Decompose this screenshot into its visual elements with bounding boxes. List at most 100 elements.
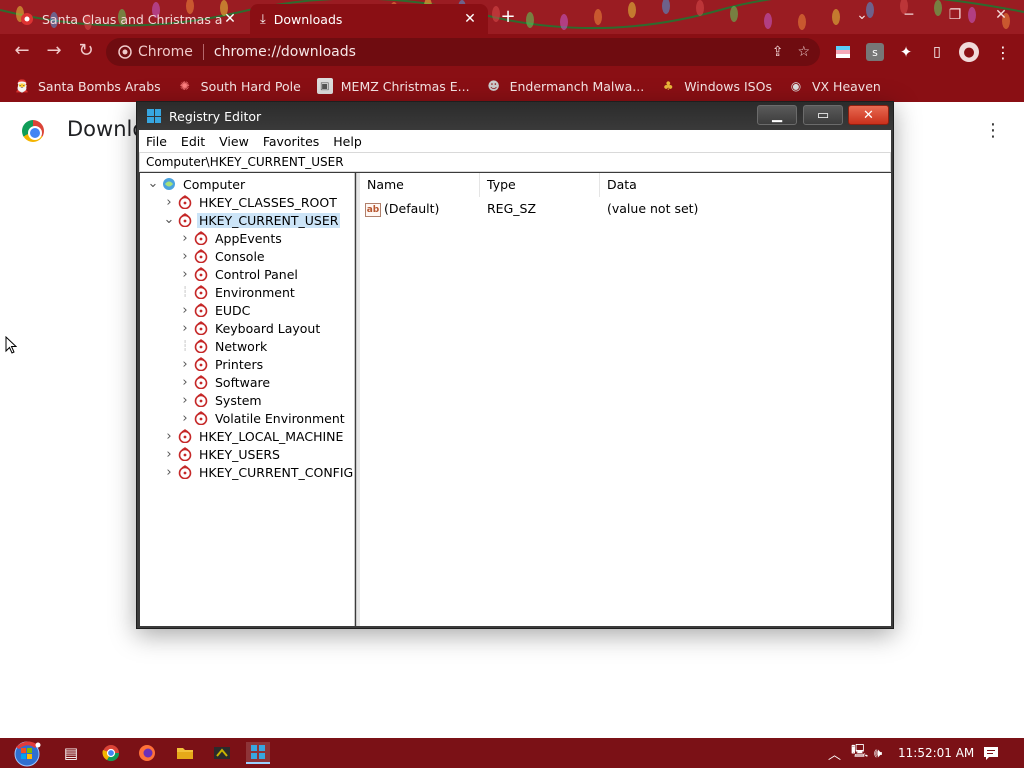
network-icon[interactable]: 🖳	[851, 738, 868, 768]
omnibox[interactable]: Chrome chrome://downloads ⇪ ☆	[106, 38, 820, 66]
bookmark-star-icon[interactable]: ☆	[797, 44, 810, 60]
forward-arrow-icon[interactable]: →	[42, 42, 66, 62]
chrome-icon[interactable]	[100, 742, 122, 764]
volume-icon[interactable]: 🕪	[874, 738, 882, 768]
chevron-down-icon[interactable]: ⌄	[146, 177, 160, 190]
tree-node[interactable]: ⌄ HKEY_CURRENT_USER	[162, 211, 341, 229]
bookmark-item[interactable]: ♣ Windows ISOs	[660, 78, 772, 94]
menu-help[interactable]: Help	[333, 134, 362, 149]
minimize-icon[interactable]: ─	[886, 0, 932, 30]
kebab-menu-icon[interactable]: ⋮	[994, 43, 1012, 62]
chevron-right-icon[interactable]: ›	[162, 195, 176, 210]
image-icon: ▣	[316, 78, 333, 94]
chevron-right-icon[interactable]: ›	[178, 267, 192, 282]
chevron-right-icon[interactable]: ›	[178, 321, 192, 336]
tree-node[interactable]: › HKEY_USERS	[162, 445, 282, 463]
chevron-right-icon[interactable]: ›	[178, 411, 192, 426]
close-icon[interactable]: ✕	[848, 105, 889, 125]
tab-santa-claus[interactable]: Santa Claus and Christmas at th ✕	[10, 4, 248, 34]
menu-file[interactable]: File	[146, 134, 167, 149]
tree-node-label: AppEvents	[215, 230, 282, 246]
chevron-right-icon[interactable]: ›	[162, 465, 176, 480]
hive-icon	[178, 429, 192, 444]
close-window-icon[interactable]: ✕	[978, 0, 1024, 30]
page-kebab-menu-icon[interactable]: ⋮	[984, 120, 1002, 141]
show-hidden-icons-chevron-icon[interactable]: ︿	[828, 738, 841, 768]
menu-edit[interactable]: Edit	[181, 134, 205, 149]
maximize-icon[interactable]: ▭	[803, 105, 843, 125]
key-icon	[194, 321, 208, 336]
value-name: (Default)	[384, 201, 440, 216]
chevron-down-icon[interactable]: ⌄	[162, 213, 176, 226]
tree-node[interactable]: › HKEY_CLASSES_ROOT	[162, 193, 339, 211]
reload-icon[interactable]: ↻	[74, 42, 98, 62]
table-row[interactable]: ab (Default) REG_SZ (value not set)	[360, 199, 891, 219]
tab-search-chevron-icon[interactable]: ⌄	[840, 0, 884, 30]
bookmark-item[interactable]: ◉ VX Heaven	[788, 78, 881, 94]
chevron-right-icon[interactable]: ›	[178, 375, 192, 390]
malware-icon[interactable]	[211, 742, 233, 764]
mouse-cursor-icon	[5, 336, 17, 354]
minimize-icon[interactable]: ▁	[757, 105, 797, 125]
side-panel-icon[interactable]: ▯	[928, 43, 946, 61]
tree-node[interactable]: › Printers	[178, 355, 265, 373]
chevron-right-icon[interactable]: ›	[178, 357, 192, 372]
tree-node[interactable]: › Keyboard Layout	[178, 319, 322, 337]
tree-node[interactable]: › EUDC	[178, 301, 252, 319]
tree-node[interactable]: › Volatile Environment	[178, 409, 347, 427]
close-tab-icon[interactable]: ✕	[462, 11, 478, 27]
omnibox-url[interactable]: chrome://downloads	[214, 44, 356, 60]
taskbar-clock[interactable]: 11:52:01 AM	[898, 738, 974, 768]
key-icon	[194, 375, 208, 390]
tree-node[interactable]: › System	[178, 391, 264, 409]
tab-title: Downloads	[273, 11, 343, 27]
chevron-right-icon[interactable]: ›	[178, 393, 192, 408]
firefox-icon[interactable]	[136, 742, 158, 764]
hive-icon	[178, 465, 192, 480]
back-arrow-icon[interactable]: ←	[10, 42, 34, 62]
menu-view[interactable]: View	[219, 134, 249, 149]
folder-icon[interactable]	[174, 742, 196, 764]
chevron-right-icon[interactable]: ›	[178, 231, 192, 246]
bookmark-item[interactable]: ✺ South Hard Pole	[177, 78, 301, 94]
chevron-right-icon[interactable]: ›	[162, 447, 176, 462]
start-orb-icon[interactable]	[10, 739, 44, 767]
s-extension-icon[interactable]: s	[866, 43, 884, 61]
regedit-titlebar[interactable]: Registry Editor ▁ ▭ ✕	[137, 102, 893, 130]
menu-favorites[interactable]: Favorites	[263, 134, 319, 149]
tree-node-label: Control Panel	[215, 266, 298, 282]
tree-node[interactable]: › Console	[178, 247, 267, 265]
tree-node[interactable]: ┆ Network	[178, 337, 269, 355]
taskbar: ▤ ︿ 🖳 🕪 11:52:01 AM	[0, 738, 1024, 768]
tab-downloads[interactable]: ⤓ Downloads ✕	[250, 4, 488, 34]
key-icon	[194, 411, 208, 426]
action-center-icon[interactable]	[983, 738, 999, 768]
regedit-icon[interactable]	[246, 742, 270, 764]
new-tab-button[interactable]: +	[497, 8, 519, 28]
column-header-type[interactable]: Type	[480, 173, 600, 197]
task-view-icon[interactable]: ▤	[60, 742, 82, 764]
puzzle-extensions-icon[interactable]: ✦	[897, 43, 915, 61]
tree-node[interactable]: › HKEY_CURRENT_CONFIG	[162, 463, 355, 481]
tree-node[interactable]: › HKEY_LOCAL_MACHINE	[162, 427, 345, 445]
chevron-right-icon[interactable]: ›	[178, 249, 192, 264]
tree-node[interactable]: › AppEvents	[178, 229, 284, 247]
column-header-data[interactable]: Data	[600, 173, 888, 197]
share-icon[interactable]: ⇪	[772, 44, 784, 60]
profile-avatar-icon[interactable]: ●	[959, 42, 979, 62]
bookmark-item[interactable]: 🎅 Santa Bombs Arabs	[14, 78, 161, 94]
tree-node[interactable]: ⌄ Computer	[146, 175, 247, 193]
chevron-right-icon[interactable]: ›	[178, 303, 192, 318]
chrome-logo-icon	[22, 120, 44, 142]
address-bar[interactable]: Computer\HKEY_CURRENT_USER	[139, 152, 891, 172]
bookmark-item[interactable]: ▣ MEMZ Christmas E...	[316, 78, 470, 94]
chevron-right-icon[interactable]: ›	[162, 429, 176, 444]
flag-extension-icon[interactable]	[834, 43, 852, 61]
column-header-name[interactable]: Name	[360, 173, 480, 197]
close-tab-icon[interactable]: ✕	[222, 11, 238, 27]
restore-icon[interactable]: ❐	[932, 0, 978, 30]
bookmark-item[interactable]: ☻ Endermanch Malwa...	[486, 78, 644, 94]
tree-node[interactable]: ┆ Environment	[178, 283, 297, 301]
tree-node[interactable]: › Software	[178, 373, 272, 391]
tree-node[interactable]: › Control Panel	[178, 265, 300, 283]
